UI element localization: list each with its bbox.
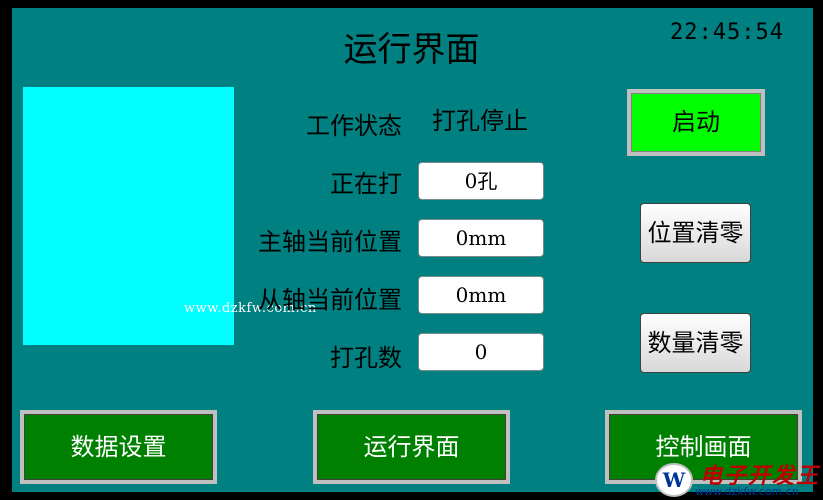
reset-count-button[interactable]: 数量清零 xyxy=(640,313,751,373)
work-status-value: 打孔停止 xyxy=(432,107,528,135)
hole-count-label: 打孔数 xyxy=(330,344,402,372)
work-status-label: 工作状态 xyxy=(306,112,402,140)
w-logo-icon: W xyxy=(655,463,693,497)
run-screen-button[interactable]: 运行界面 xyxy=(317,414,506,480)
slave-axis-position-field[interactable]: 0mm xyxy=(418,276,544,314)
current-hole-field[interactable]: 0孔 xyxy=(418,162,544,200)
current-hole-label: 正在打 xyxy=(330,170,402,198)
clock-display: 22:45:54 xyxy=(670,20,784,45)
spindle-position-field[interactable]: 0mm xyxy=(418,219,544,257)
data-settings-button[interactable]: 数据设置 xyxy=(24,414,213,480)
start-button[interactable]: 启动 xyxy=(631,93,761,152)
data-settings-frame: 数据设置 xyxy=(20,410,217,484)
spindle-position-label: 主轴当前位置 xyxy=(258,228,402,256)
hole-count-field[interactable]: 0 xyxy=(418,333,544,371)
run-screen-frame: 运行界面 xyxy=(313,410,510,484)
reset-position-button[interactable]: 位置清零 xyxy=(640,203,751,263)
svg-text:W: W xyxy=(662,468,686,492)
start-button-frame: 启动 xyxy=(627,89,765,156)
slave-axis-position-label: 从轴当前位置 xyxy=(258,286,402,314)
logo-url: www.dzkfw.com.cn xyxy=(695,485,799,498)
